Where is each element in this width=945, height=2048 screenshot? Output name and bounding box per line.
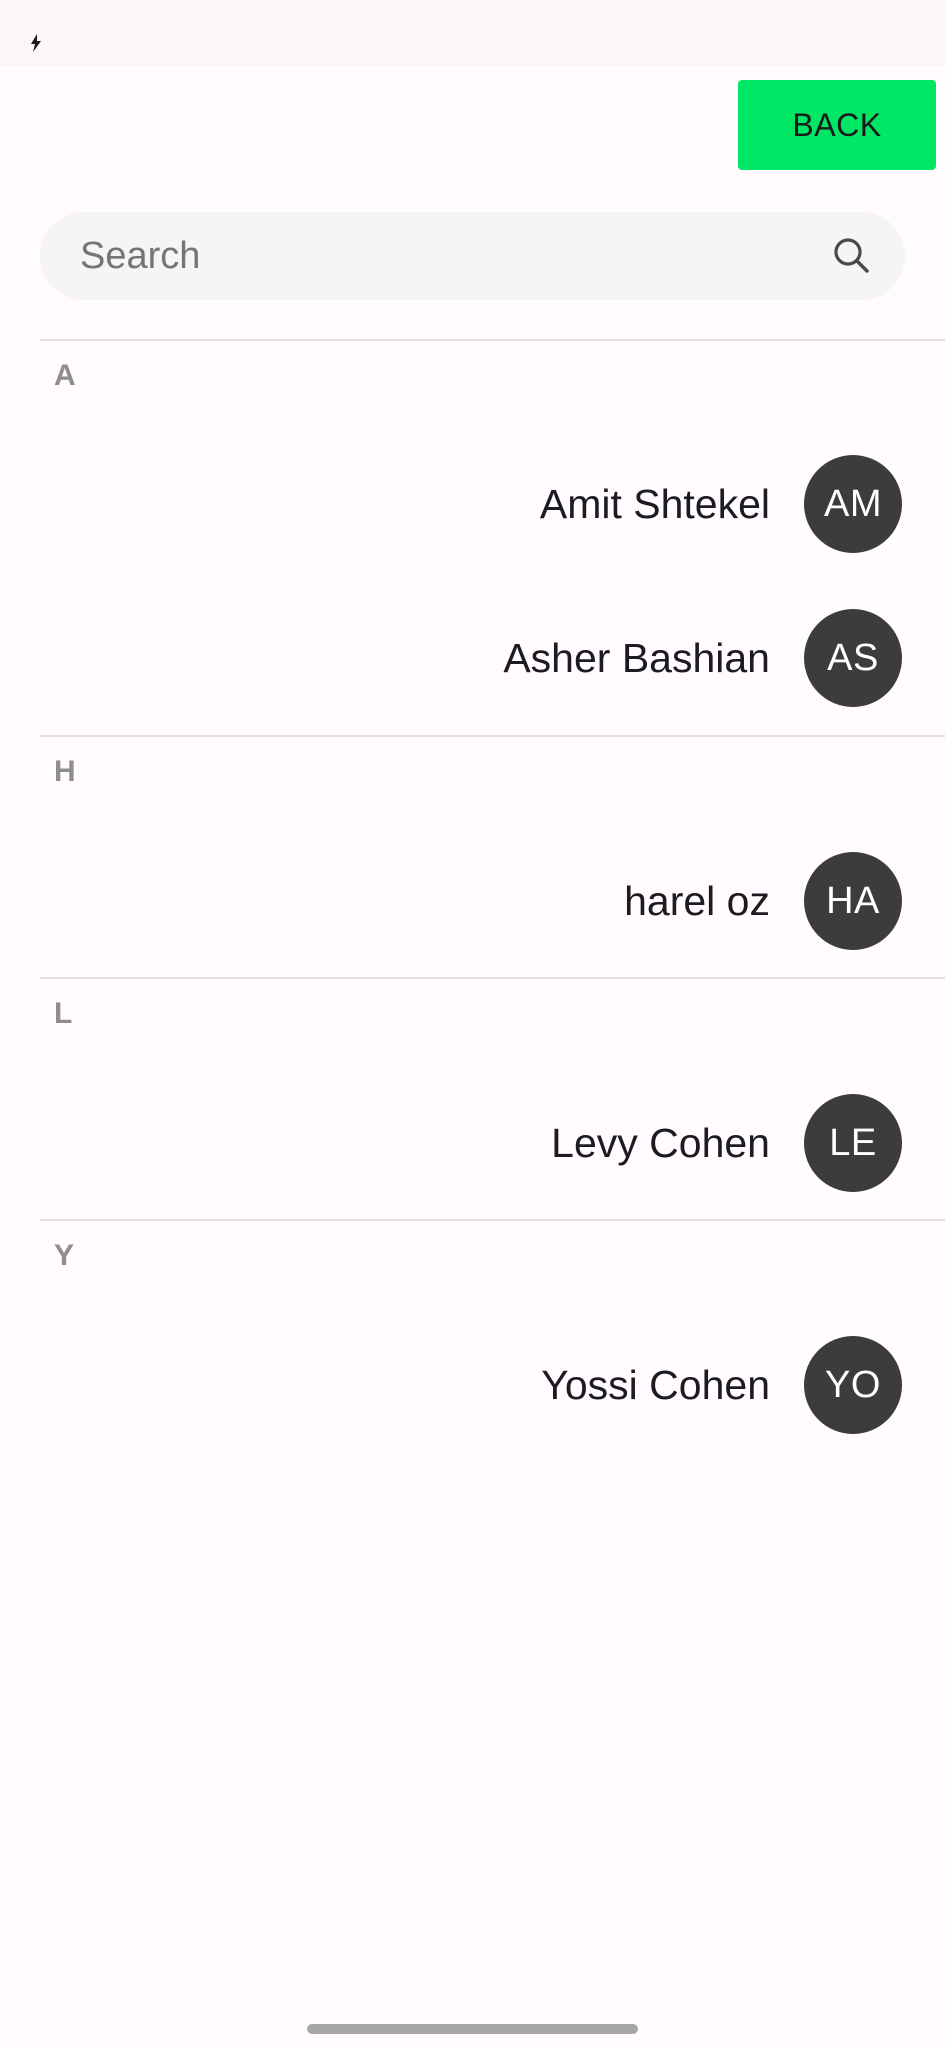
contact-name: Asher Bashian: [503, 635, 770, 681]
contact-row[interactable]: Levy Cohen LE: [40, 1087, 945, 1199]
section-divider: [40, 977, 945, 979]
contact-row[interactable]: Yossi Cohen YO: [40, 1329, 945, 1441]
section-letter: A: [54, 359, 76, 392]
contact-name: Levy Cohen: [551, 1120, 770, 1166]
contact-name: harel oz: [624, 878, 770, 924]
search-icon[interactable]: [830, 234, 874, 278]
search-bar[interactable]: [40, 212, 905, 300]
contact-row[interactable]: Amit Shtekel AM: [40, 448, 945, 560]
status-bar: [0, 0, 945, 66]
charging-bolt-icon: [31, 34, 41, 52]
contact-row[interactable]: Asher Bashian AS: [40, 602, 945, 714]
section-divider: [40, 339, 945, 341]
avatar: AS: [804, 609, 902, 707]
avatar: LE: [804, 1094, 902, 1192]
section-letter: L: [54, 997, 73, 1030]
contact-row[interactable]: harel oz HA: [40, 845, 945, 957]
contact-name: Amit Shtekel: [539, 481, 770, 527]
search-input[interactable]: [80, 212, 820, 300]
avatar: HA: [804, 852, 902, 950]
section-y: Y Yossi Cohen YO: [40, 1219, 945, 1461]
section-letter: H: [54, 755, 76, 788]
avatar: AM: [804, 455, 902, 553]
home-indicator[interactable]: [307, 2024, 638, 2034]
section-divider: [40, 1219, 945, 1221]
section-a: A Amit Shtekel AM Asher Bashian AS: [40, 339, 945, 735]
section-divider: [40, 735, 945, 737]
avatar: YO: [804, 1336, 902, 1434]
section-l: L Levy Cohen LE: [40, 977, 945, 1219]
section-h: H harel oz HA: [40, 735, 945, 977]
back-button[interactable]: BACK: [738, 80, 936, 170]
contact-name: Yossi Cohen: [541, 1362, 770, 1408]
section-letter: Y: [54, 1239, 75, 1272]
